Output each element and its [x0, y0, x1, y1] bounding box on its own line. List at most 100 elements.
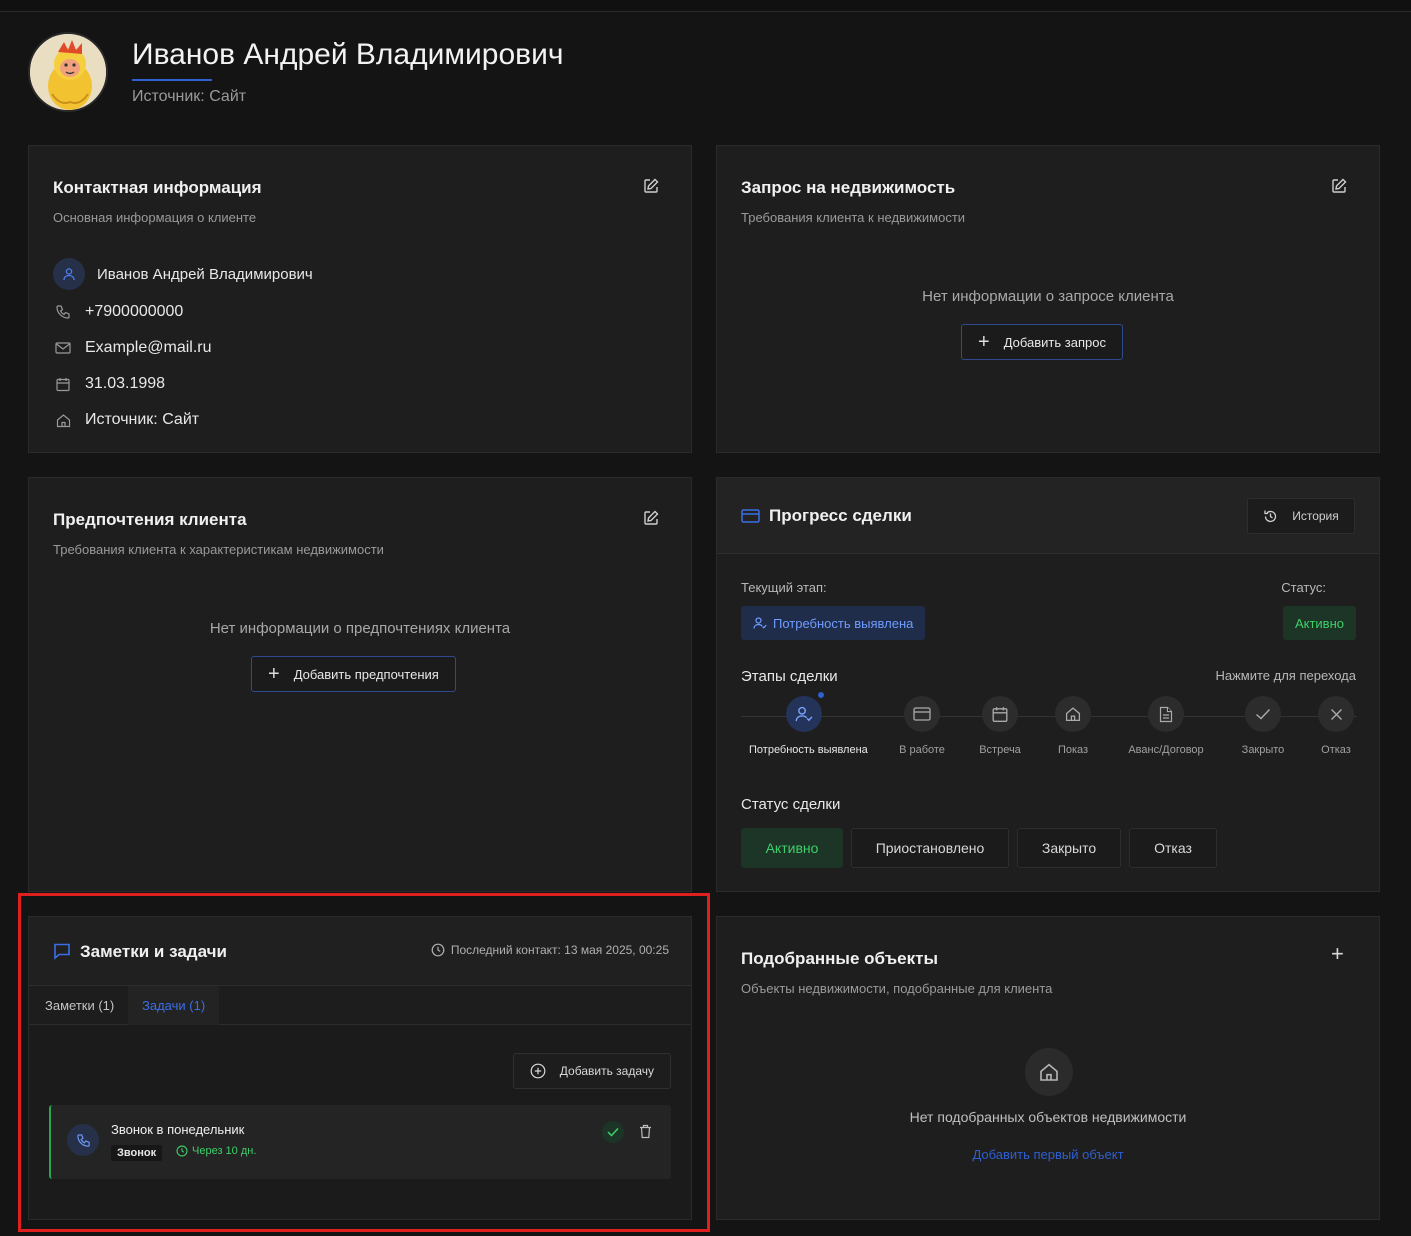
stage-label: Отказ: [1321, 744, 1351, 756]
tab-tasks[interactable]: Задачи (1): [128, 986, 220, 1025]
preferences-card: Предпочтения клиента Требования клиента …: [28, 477, 692, 892]
status-label: Статус:: [1281, 580, 1326, 595]
plus-icon: +: [268, 663, 280, 685]
prefs-card-title: Предпочтения клиента: [53, 510, 247, 529]
chat-icon: [54, 943, 70, 960]
contact-phone: +7900000000: [85, 303, 184, 320]
task-item[interactable]: Звонок в понедельник Звонок Через 10 дн.: [49, 1105, 671, 1179]
complete-task-button[interactable]: [602, 1121, 624, 1143]
deal-progress-card: Прогресс сделки История Текущий этап: Ст…: [716, 477, 1380, 892]
delete-task-button[interactable]: [639, 1124, 652, 1144]
add-preferences-label: Добавить предпочтения: [293, 666, 439, 682]
contact-birthdate-row: 31.03.1998: [53, 374, 165, 394]
history-label: История: [1292, 509, 1339, 523]
stages-hint: Нажмите для перехода: [1215, 668, 1356, 683]
client-name-heading: Иванов Андрей Владимирович: [132, 38, 564, 71]
clock-icon: [176, 1145, 188, 1157]
last-contact: Последний контакт: 13 мая 2025, 00:25: [431, 943, 669, 957]
document-icon: [1148, 696, 1184, 732]
card-icon: [741, 509, 760, 523]
objects-empty-text: Нет подобранных объектов недвижимости: [909, 1109, 1187, 1125]
request-card-title: Запрос на недвижимость: [741, 178, 956, 197]
add-preferences-button[interactable]: + Добавить предпочтения: [251, 656, 456, 692]
stage-needs-identified[interactable]: Потребность выявлена: [749, 690, 868, 756]
client-source: Источник: Сайт: [132, 88, 247, 105]
calendar-icon: [53, 374, 73, 394]
contact-name: Иванов Андрей Владимирович: [97, 265, 313, 283]
avatar: [28, 32, 108, 112]
stage-label: Аванс/Договор: [1128, 744, 1204, 756]
current-stage-chip: Потребность выявлена: [741, 606, 926, 640]
status-closed-button[interactable]: Закрыто: [1017, 828, 1121, 868]
progress-title: Прогресс сделки: [769, 506, 912, 525]
edit-icon[interactable]: [1331, 178, 1347, 194]
contact-birthdate: 31.03.1998: [85, 375, 166, 392]
check-icon: [1245, 696, 1281, 732]
history-button[interactable]: История: [1247, 498, 1355, 534]
calendar-icon: [982, 696, 1018, 732]
prefs-card-subtitle: Требования клиента к характеристикам нед…: [53, 542, 384, 557]
mail-icon: [53, 338, 73, 358]
prefs-empty-text: Нет информации о предпочтениях клиента: [209, 620, 511, 637]
current-stage-label: Текущий этап:: [741, 580, 827, 595]
task-title: Звонок в понедельник: [111, 1122, 245, 1137]
add-request-label: Добавить запрос: [1003, 334, 1106, 350]
contact-source-row: Источник: Сайт: [53, 410, 199, 430]
edit-icon[interactable]: [643, 178, 659, 194]
history-icon: [1264, 510, 1277, 522]
add-first-object-link[interactable]: Добавить первый объект: [717, 1147, 1379, 1162]
deal-status-title: Статус сделки: [741, 796, 841, 813]
user-icon: [53, 258, 85, 290]
objects-title: Подобранные объекты: [741, 949, 938, 968]
edit-icon[interactable]: [643, 510, 659, 526]
request-card-subtitle: Требования клиента к недвижимости: [741, 210, 966, 225]
add-task-button[interactable]: Добавить задачу: [512, 1053, 671, 1089]
objects-subtitle: Объекты недвижимости, подобранные для кл…: [741, 981, 1053, 996]
task-due-text: Через 10 дн.: [192, 1145, 257, 1157]
add-task-label: Добавить задачу: [559, 1064, 654, 1078]
tab-notes[interactable]: Заметки (1): [31, 986, 128, 1025]
request-empty-text: Нет информации о запросе клиента: [922, 288, 1174, 305]
contact-source: Источник: Сайт: [85, 411, 200, 428]
top-bar: [0, 0, 1411, 12]
home-icon: [1025, 1048, 1073, 1096]
client-header: Иванов Андрей Владимирович Источник: Сай…: [28, 32, 728, 114]
user-check-icon: [786, 690, 826, 732]
notes-tabs: Заметки (1) Задачи (1): [29, 985, 691, 1025]
heading-underline: [132, 79, 212, 81]
contact-card-subtitle: Основная информация о клиенте: [53, 210, 257, 225]
task-type-badge: Звонок: [111, 1145, 163, 1161]
contact-phone-row: +7900000000: [53, 302, 183, 322]
contact-card: Контактная информация Основная информаци…: [28, 145, 692, 453]
stage-refusal[interactable]: Отказ: [1281, 696, 1391, 756]
home-icon: [1055, 696, 1091, 732]
property-request-card: Запрос на недвижимость Требования клиент…: [716, 145, 1380, 453]
phone-icon: [53, 302, 73, 322]
contact-email-row: Example@mail.ru: [53, 338, 212, 358]
status-active-button[interactable]: Активно: [741, 828, 843, 868]
trash-icon: [640, 1124, 651, 1139]
status-chip: Активно: [1282, 606, 1356, 640]
stage-advance-contract[interactable]: Аванс/Договор: [1111, 696, 1221, 756]
close-icon: [1318, 696, 1354, 732]
clock-icon: [431, 943, 445, 957]
stages-title: Этапы сделки: [741, 668, 838, 685]
home-icon: [53, 410, 73, 430]
status-refusal-button[interactable]: Отказ: [1129, 828, 1217, 868]
current-stage-value: Потребность выявлена: [773, 615, 914, 631]
status-paused-button[interactable]: Приостановлено: [851, 828, 1009, 868]
active-dot: [816, 690, 826, 700]
task-due: Через 10 дн.: [176, 1145, 256, 1157]
stage-label: Потребность выявлена: [749, 744, 868, 756]
notes-tasks-card: Заметки и задачи Последний контакт: 13 м…: [28, 916, 692, 1220]
contact-card-title: Контактная информация: [53, 178, 262, 197]
user-check-icon: [753, 617, 767, 629]
matched-objects-card: Подобранные объекты Объекты недвижимости…: [716, 916, 1380, 1220]
notes-title: Заметки и задачи: [80, 942, 227, 961]
contact-name-row: Иванов Андрей Владимирович: [53, 258, 313, 290]
add-request-button[interactable]: + Добавить запрос: [961, 324, 1123, 360]
phone-icon: [67, 1124, 99, 1156]
add-object-plus-button[interactable]: +: [1331, 943, 1344, 965]
plus-circle-icon: [530, 1063, 546, 1079]
check-icon: [607, 1127, 619, 1137]
